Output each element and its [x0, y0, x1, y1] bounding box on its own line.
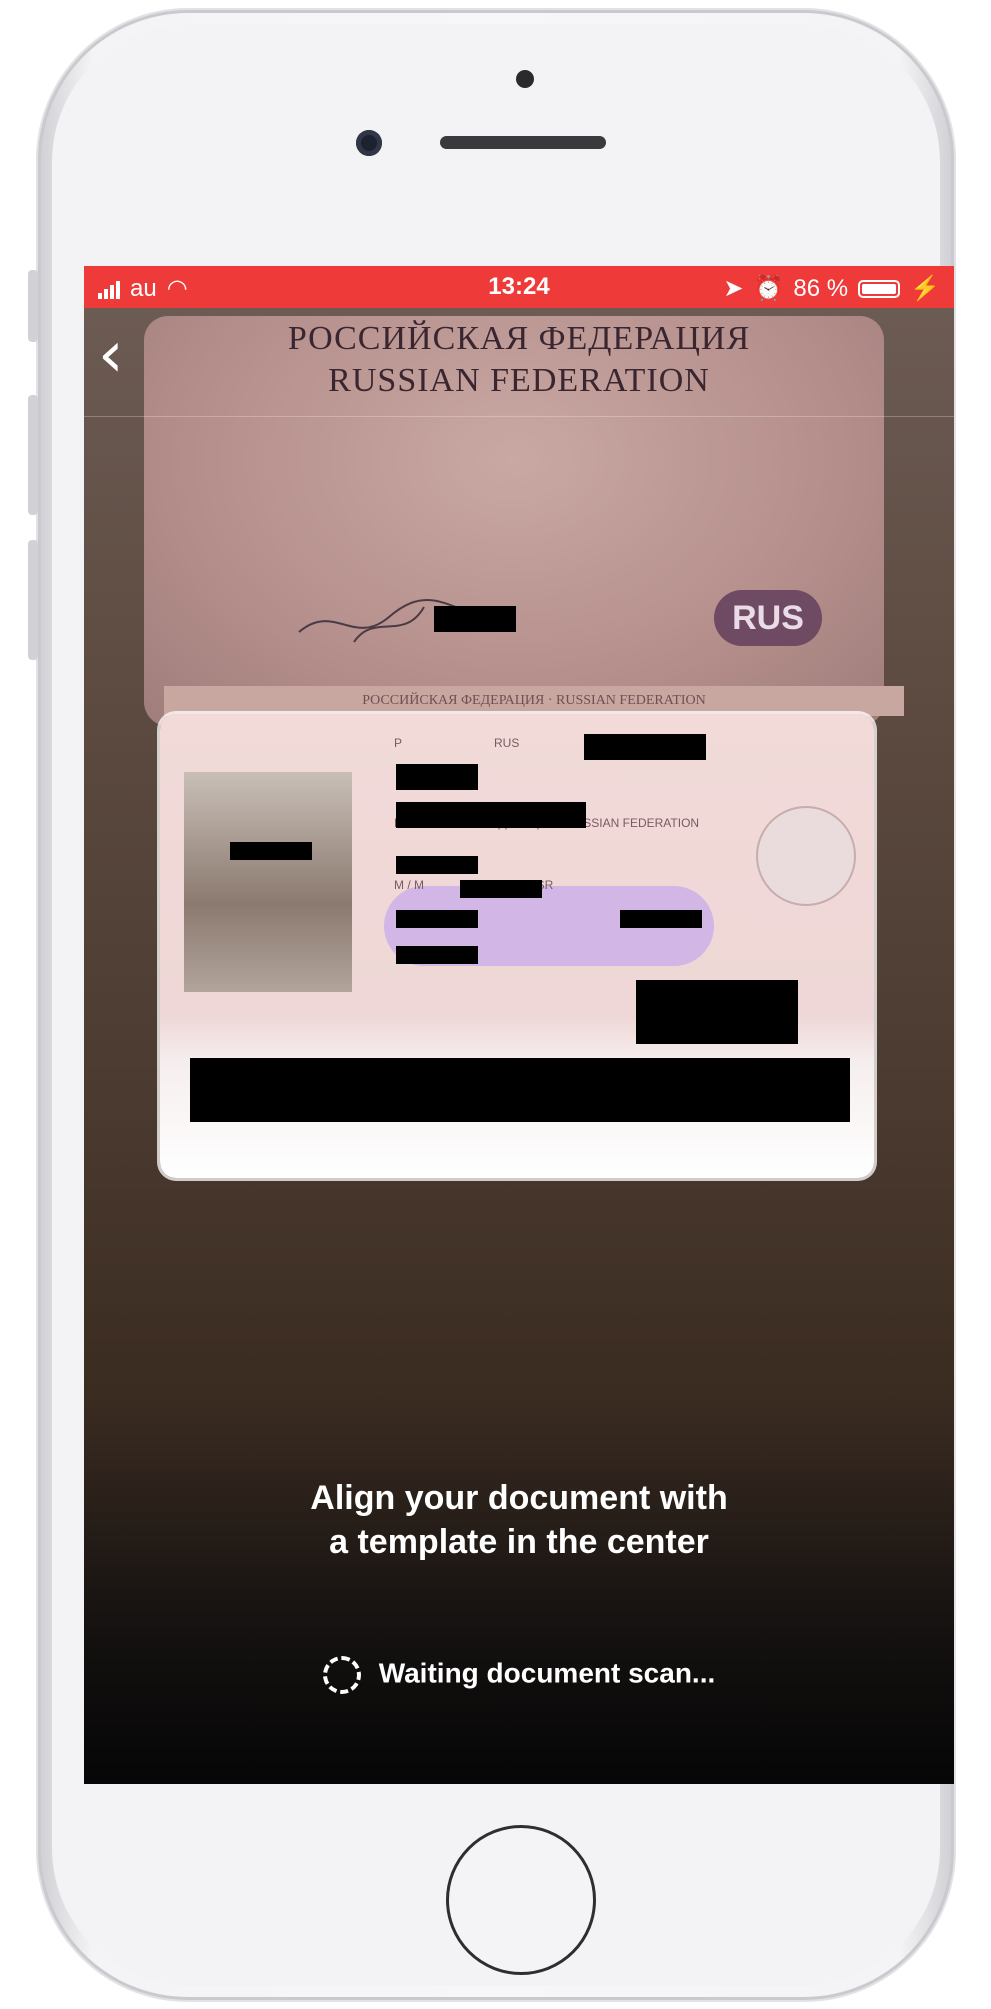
status-right: ➤ ⏰ 86 % ⚡ [723, 274, 940, 303]
redaction-box [636, 980, 798, 1044]
nav-bar: ‹ [84, 308, 954, 417]
mute-switch [28, 270, 38, 342]
location-icon: ➤ [723, 275, 744, 302]
battery-icon [858, 279, 901, 298]
status-bar: au ◠ 13:24 ➤ ⏰ 86 % ⚡ [84, 266, 954, 308]
holder-photo [184, 772, 352, 992]
redaction-box [460, 880, 542, 898]
redaction-box [434, 606, 516, 632]
passport-page-bar: РОССИЙСКАЯ ФЕДЕРАЦИЯ · RUSSIAN FEDERATIO… [164, 686, 904, 716]
alarm-icon: ⏰ [753, 275, 784, 302]
earpiece-speaker [440, 136, 606, 149]
emblem-icon [756, 806, 856, 906]
proximity-sensor [516, 70, 534, 88]
mrz-redaction [190, 1058, 850, 1122]
scan-status: Waiting document scan... [84, 1656, 954, 1694]
redaction-box [396, 764, 478, 790]
redaction-box [584, 734, 706, 760]
redaction-box [396, 946, 478, 964]
redaction-box [396, 910, 478, 928]
field-type: P [394, 736, 403, 750]
field-country: RUS [494, 736, 520, 750]
back-button[interactable]: ‹ [98, 318, 124, 392]
battery-percent: 86 % [793, 274, 849, 302]
chevron-left-icon: ‹ [98, 318, 124, 392]
charging-icon: ⚡ [910, 275, 940, 302]
redaction-box [620, 910, 702, 928]
redaction-box [396, 802, 586, 828]
scan-status-label: Waiting document scan... [378, 1657, 716, 1689]
field-sex: М / M [394, 878, 424, 892]
front-camera [356, 130, 382, 156]
screen: РОССИЙСКАЯ ФЕДЕРАЦИЯ RUSSIAN FEDERATION … [84, 266, 954, 1784]
loading-spinner-icon [322, 1656, 361, 1694]
redaction-box [230, 842, 312, 860]
instruction-line-1: Align your document with [310, 1479, 728, 1517]
redaction-box [396, 856, 478, 874]
home-button[interactable] [446, 1825, 596, 1975]
volume-up-button [28, 395, 38, 515]
volume-down-button [28, 540, 38, 660]
country-badge: RUS [714, 590, 822, 646]
instruction-text: Align your document with a template in t… [84, 1476, 954, 1564]
instruction-line-2: a template in the center [329, 1523, 709, 1561]
